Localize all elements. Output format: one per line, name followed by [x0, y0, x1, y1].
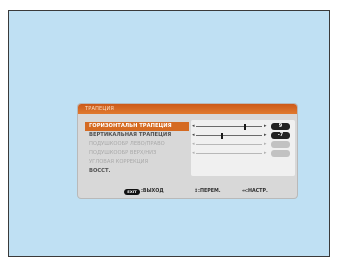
row-label: ПОДУШКООБР ВЕРХ/НИЗ — [89, 150, 157, 156]
projector-screen: ТРАПЕЦИЯ ГОРИЗОНТАЛЬН ТРАПЕЦИЯ ◂ ▸ 9 ВЕР… — [8, 10, 330, 257]
menu-row-corner-correction[interactable]: УГЛОВАЯ КОРРЕКЦИЯ — [78, 158, 297, 167]
arrow-right-icon[interactable]: ▸ — [264, 122, 267, 131]
slider-track[interactable] — [196, 135, 262, 136]
slider-knob[interactable] — [244, 123, 246, 130]
menu-header: ТРАПЕЦИЯ — [78, 104, 297, 114]
menu-title: ТРАПЕЦИЯ — [85, 106, 115, 112]
arrow-right-icon: ▸ — [264, 141, 267, 147]
value-badge — [271, 150, 290, 157]
arrow-left-icon: ◂ — [192, 150, 195, 156]
menu-footer: EXIT :ВЫХОД ↕:ПЕРЕМ. ↔:НАСТР. — [78, 186, 297, 198]
value-badge: -7 — [271, 132, 290, 139]
slider-track — [196, 153, 262, 154]
row-label: ПОДУШКООБР ЛЕВО/ПРАВО — [89, 141, 165, 147]
value-badge — [271, 141, 290, 148]
row-label: ВЕРТИКАЛЬНАЯ ТРАПЕЦИЯ — [89, 132, 172, 138]
value-badge: 9 — [271, 123, 290, 130]
menu-row-reset[interactable]: ВОССТ. — [78, 167, 297, 176]
keystone-menu: ТРАПЕЦИЯ ГОРИЗОНТАЛЬН ТРАПЕЦИЯ ◂ ▸ 9 ВЕР… — [78, 104, 297, 198]
row-label: ВОССТ. — [89, 168, 111, 174]
row-label: УГЛОВАЯ КОРРЕКЦИЯ — [89, 159, 149, 165]
arrow-right-icon: ▸ — [264, 150, 267, 156]
slider-knob[interactable] — [221, 132, 223, 139]
arrow-left-icon: ◂ — [192, 141, 195, 147]
arrow-left-icon[interactable]: ◂ — [192, 131, 195, 140]
row-label: ГОРИЗОНТАЛЬН ТРАПЕЦИЯ — [89, 123, 172, 129]
footer-move-label: ↕:ПЕРЕМ. — [194, 189, 221, 194]
footer-adjust-label: ↔:НАСТР. — [242, 189, 268, 194]
arrow-right-icon[interactable]: ▸ — [264, 131, 267, 140]
menu-row-horizontal-keystone[interactable]: ГОРИЗОНТАЛЬН ТРАПЕЦИЯ ◂ ▸ 9 — [78, 122, 297, 131]
menu-row-pincushion-left-right[interactable]: ПОДУШКООБР ЛЕВО/ПРАВО ◂ ▸ — [78, 140, 297, 149]
footer-exit-label: :ВЫХОД — [141, 189, 164, 194]
slider-track[interactable] — [196, 126, 262, 127]
menu-row-pincushion-top-bottom[interactable]: ПОДУШКООБР ВЕРХ/НИЗ ◂ ▸ — [78, 149, 297, 158]
arrow-left-icon[interactable]: ◂ — [192, 122, 195, 131]
exit-key-icon: EXIT — [124, 189, 140, 195]
slider-track — [196, 144, 262, 145]
menu-row-vertical-keystone[interactable]: ВЕРТИКАЛЬНАЯ ТРАПЕЦИЯ ◂ ▸ -7 — [78, 131, 297, 140]
